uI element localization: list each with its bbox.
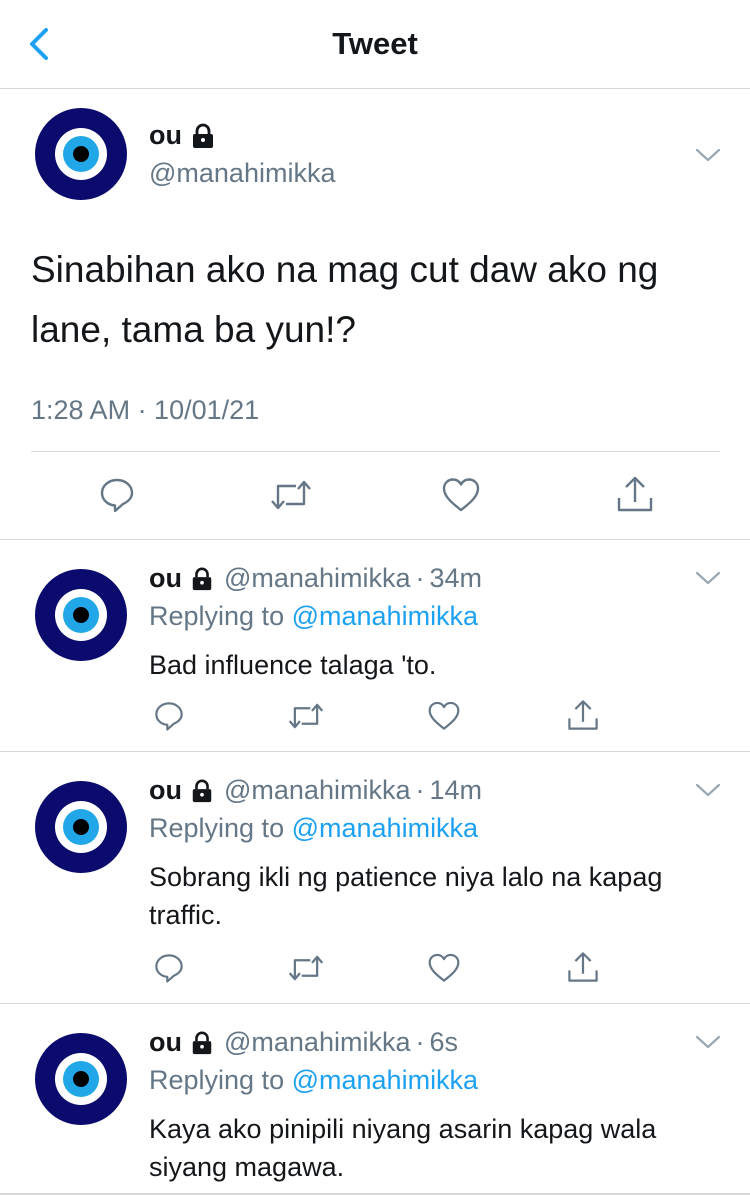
share-button[interactable] bbox=[615, 474, 655, 519]
avatar[interactable] bbox=[35, 569, 127, 661]
reply-button[interactable] bbox=[98, 476, 136, 519]
replying-to-label: Replying to bbox=[149, 813, 285, 843]
replying-to-handle[interactable]: @manahimikka bbox=[292, 1065, 478, 1095]
reply-header: ou @manahimikka · 34m bbox=[149, 563, 482, 594]
reply-tweet[interactable]: ou @manahimikka · 34m Replying to @manah… bbox=[0, 541, 750, 752]
heart-icon bbox=[428, 701, 460, 730]
replying-to: Replying to @manahimikka bbox=[149, 813, 478, 844]
separator-dot: · bbox=[415, 563, 425, 593]
author-name[interactable]: ou bbox=[149, 775, 182, 806]
share-button[interactable] bbox=[566, 950, 600, 989]
reply-icon bbox=[100, 478, 134, 513]
retweet-icon bbox=[271, 480, 311, 510]
tweet-timestamp: 1:28 AM · 10/01/21 bbox=[31, 395, 260, 425]
retweet-icon bbox=[288, 955, 324, 981]
avatar[interactable] bbox=[35, 108, 127, 200]
chevron-down-icon bbox=[695, 148, 721, 162]
more-options-button[interactable] bbox=[695, 1034, 721, 1050]
retweet-button[interactable] bbox=[270, 478, 312, 517]
main-tweet: ou @manahimikka Sinabihan ako na mag cut… bbox=[0, 90, 750, 540]
chevron-down-icon bbox=[695, 1035, 721, 1049]
retweet-button[interactable] bbox=[288, 953, 324, 988]
more-options-button[interactable] bbox=[695, 782, 721, 798]
retweet-icon bbox=[288, 703, 324, 729]
author-handle[interactable]: @manahimikka bbox=[224, 775, 410, 806]
author-name[interactable]: ou bbox=[149, 563, 182, 594]
lock-icon bbox=[192, 567, 212, 590]
top-bar: Tweet bbox=[0, 0, 750, 89]
author-name-row[interactable]: ou bbox=[149, 120, 216, 151]
lock-icon bbox=[192, 1031, 212, 1054]
reply-button[interactable] bbox=[153, 700, 185, 737]
author-handle[interactable]: @manahimikka bbox=[224, 563, 410, 594]
like-button[interactable] bbox=[427, 700, 461, 737]
share-icon bbox=[617, 476, 653, 512]
more-options-button[interactable] bbox=[695, 147, 721, 163]
divider bbox=[0, 1193, 750, 1195]
chevron-down-icon bbox=[695, 571, 721, 585]
divider bbox=[31, 451, 720, 452]
share-icon bbox=[568, 700, 598, 730]
reply-tweet[interactable]: ou @manahimikka · 14m Replying to @manah… bbox=[0, 753, 750, 1004]
reply-text: Kaya ako pinipili niyang asarin kapag wa… bbox=[149, 1114, 657, 1182]
heart-icon bbox=[428, 953, 460, 982]
chevron-down-icon bbox=[695, 783, 721, 797]
retweet-button[interactable] bbox=[288, 701, 324, 736]
reply-text: Sobrang ikli ng patience niya lalo na ka… bbox=[149, 862, 663, 930]
share-icon bbox=[568, 952, 598, 982]
replying-to: Replying to @manahimikka bbox=[149, 601, 478, 632]
lock-icon bbox=[193, 123, 213, 148]
reply-tweet[interactable]: ou @manahimikka · 6s Replying to @manahi… bbox=[0, 1005, 750, 1196]
heart-icon bbox=[442, 478, 480, 512]
reply-time: 34m bbox=[429, 563, 482, 593]
lock-icon bbox=[192, 779, 212, 802]
author-handle[interactable]: @manahimikka bbox=[224, 1027, 410, 1058]
tweet-text: Sinabihan ako na mag cut daw ako ng lane… bbox=[31, 249, 659, 350]
separator-dot: · bbox=[415, 775, 425, 805]
replying-to-label: Replying to bbox=[149, 601, 285, 631]
reply-header: ou @manahimikka · 6s bbox=[149, 1027, 458, 1058]
like-button[interactable] bbox=[441, 476, 481, 519]
like-button[interactable] bbox=[427, 952, 461, 989]
more-options-button[interactable] bbox=[695, 570, 721, 586]
avatar[interactable] bbox=[35, 1033, 127, 1125]
author-name: ou bbox=[149, 120, 182, 150]
reply-text: Bad influence talaga 'to. bbox=[149, 650, 437, 680]
reply-time: 6s bbox=[429, 1027, 458, 1057]
replying-to-handle[interactable]: @manahimikka bbox=[292, 601, 478, 631]
reply-header: ou @manahimikka · 14m bbox=[149, 775, 482, 806]
replying-to: Replying to @manahimikka bbox=[149, 1065, 478, 1096]
page-title: Tweet bbox=[332, 26, 418, 61]
separator-dot: · bbox=[415, 1027, 425, 1057]
replying-to-label: Replying to bbox=[149, 1065, 285, 1095]
author-handle[interactable]: @manahimikka bbox=[149, 158, 335, 189]
share-button[interactable] bbox=[566, 698, 600, 737]
reply-icon bbox=[155, 702, 183, 731]
reply-time: 14m bbox=[429, 775, 482, 805]
avatar[interactable] bbox=[35, 781, 127, 873]
reply-icon bbox=[155, 954, 183, 983]
replying-to-handle[interactable]: @manahimikka bbox=[292, 813, 478, 843]
author-name[interactable]: ou bbox=[149, 1027, 182, 1058]
reply-button[interactable] bbox=[153, 952, 185, 989]
